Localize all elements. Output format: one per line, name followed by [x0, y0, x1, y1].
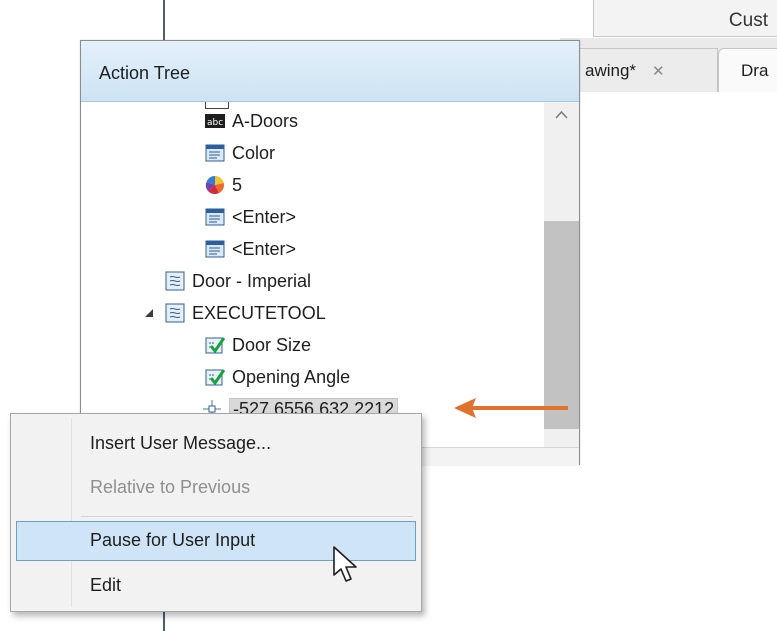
context-menu: Insert User Message... Relative to Previ…: [10, 413, 422, 612]
action-tree-title: Action Tree: [99, 63, 191, 83]
command-list-icon: [205, 207, 225, 227]
tree-item-color-value[interactable]: 5: [205, 170, 242, 200]
customize-panel-strip: Cust: [593, 0, 777, 37]
tree-item-door-imperial[interactable]: Door - Imperial: [165, 266, 311, 296]
macro-node-icon: [165, 303, 185, 323]
tree-item-label: <Enter>: [232, 238, 297, 259]
expander-triangle-icon[interactable]: [142, 306, 156, 320]
menu-separator: [81, 516, 413, 517]
menu-item-insert-user-message[interactable]: Insert User Message...: [16, 424, 416, 464]
text-abc-icon: abc: [205, 111, 225, 131]
tree-item-executetool[interactable]: EXECUTETOOL: [165, 298, 326, 328]
annotation-arrow-icon: [454, 398, 568, 418]
tab-label: Dra: [741, 61, 769, 80]
close-icon[interactable]: ✕: [652, 63, 665, 80]
tree-item-opening-angle[interactable]: Opening Angle: [205, 362, 350, 392]
scroll-up-chevron-icon[interactable]: [553, 108, 570, 122]
macro-node-icon: [165, 271, 185, 291]
mouse-pointer-icon: [333, 546, 357, 582]
tree-item-label: <Enter>: [232, 206, 297, 227]
tree-item-label: Color: [232, 142, 276, 163]
svg-text:abc: abc: [207, 118, 223, 128]
tree-item-enter[interactable]: <Enter>: [205, 234, 296, 264]
tree-item-enter[interactable]: <Enter>: [205, 202, 296, 232]
tab-drawing-modified[interactable]: awing* ✕: [560, 48, 718, 92]
command-list-icon: [205, 143, 225, 163]
tree-item-label: EXECUTETOOL: [192, 302, 326, 323]
tree-item-label: Opening Angle: [232, 366, 351, 387]
tree-item-label: Door Size: [232, 334, 312, 355]
command-list-icon: [205, 239, 225, 259]
tree-item-label: Door - Imperial: [192, 270, 312, 291]
action-tree-header: Action Tree: [81, 41, 579, 102]
tree-item-door-size[interactable]: Door Size: [205, 330, 311, 360]
tab-drawing[interactable]: Dra: [718, 48, 777, 92]
tree-item-a-doors[interactable]: abc A-Doors: [205, 106, 298, 136]
menu-item-relative-to-previous[interactable]: Relative to Previous: [16, 468, 416, 508]
color-wheel-icon: [205, 175, 225, 195]
tree-item-label: A-Doors: [232, 110, 299, 131]
tree-item-label: 5: [232, 174, 243, 195]
tree-item-color[interactable]: Color: [205, 138, 275, 168]
user-input-check-icon: [205, 367, 225, 387]
user-input-check-icon: [205, 335, 225, 355]
customize-label: Cust: [728, 10, 768, 31]
tab-label: awing*: [585, 61, 637, 80]
